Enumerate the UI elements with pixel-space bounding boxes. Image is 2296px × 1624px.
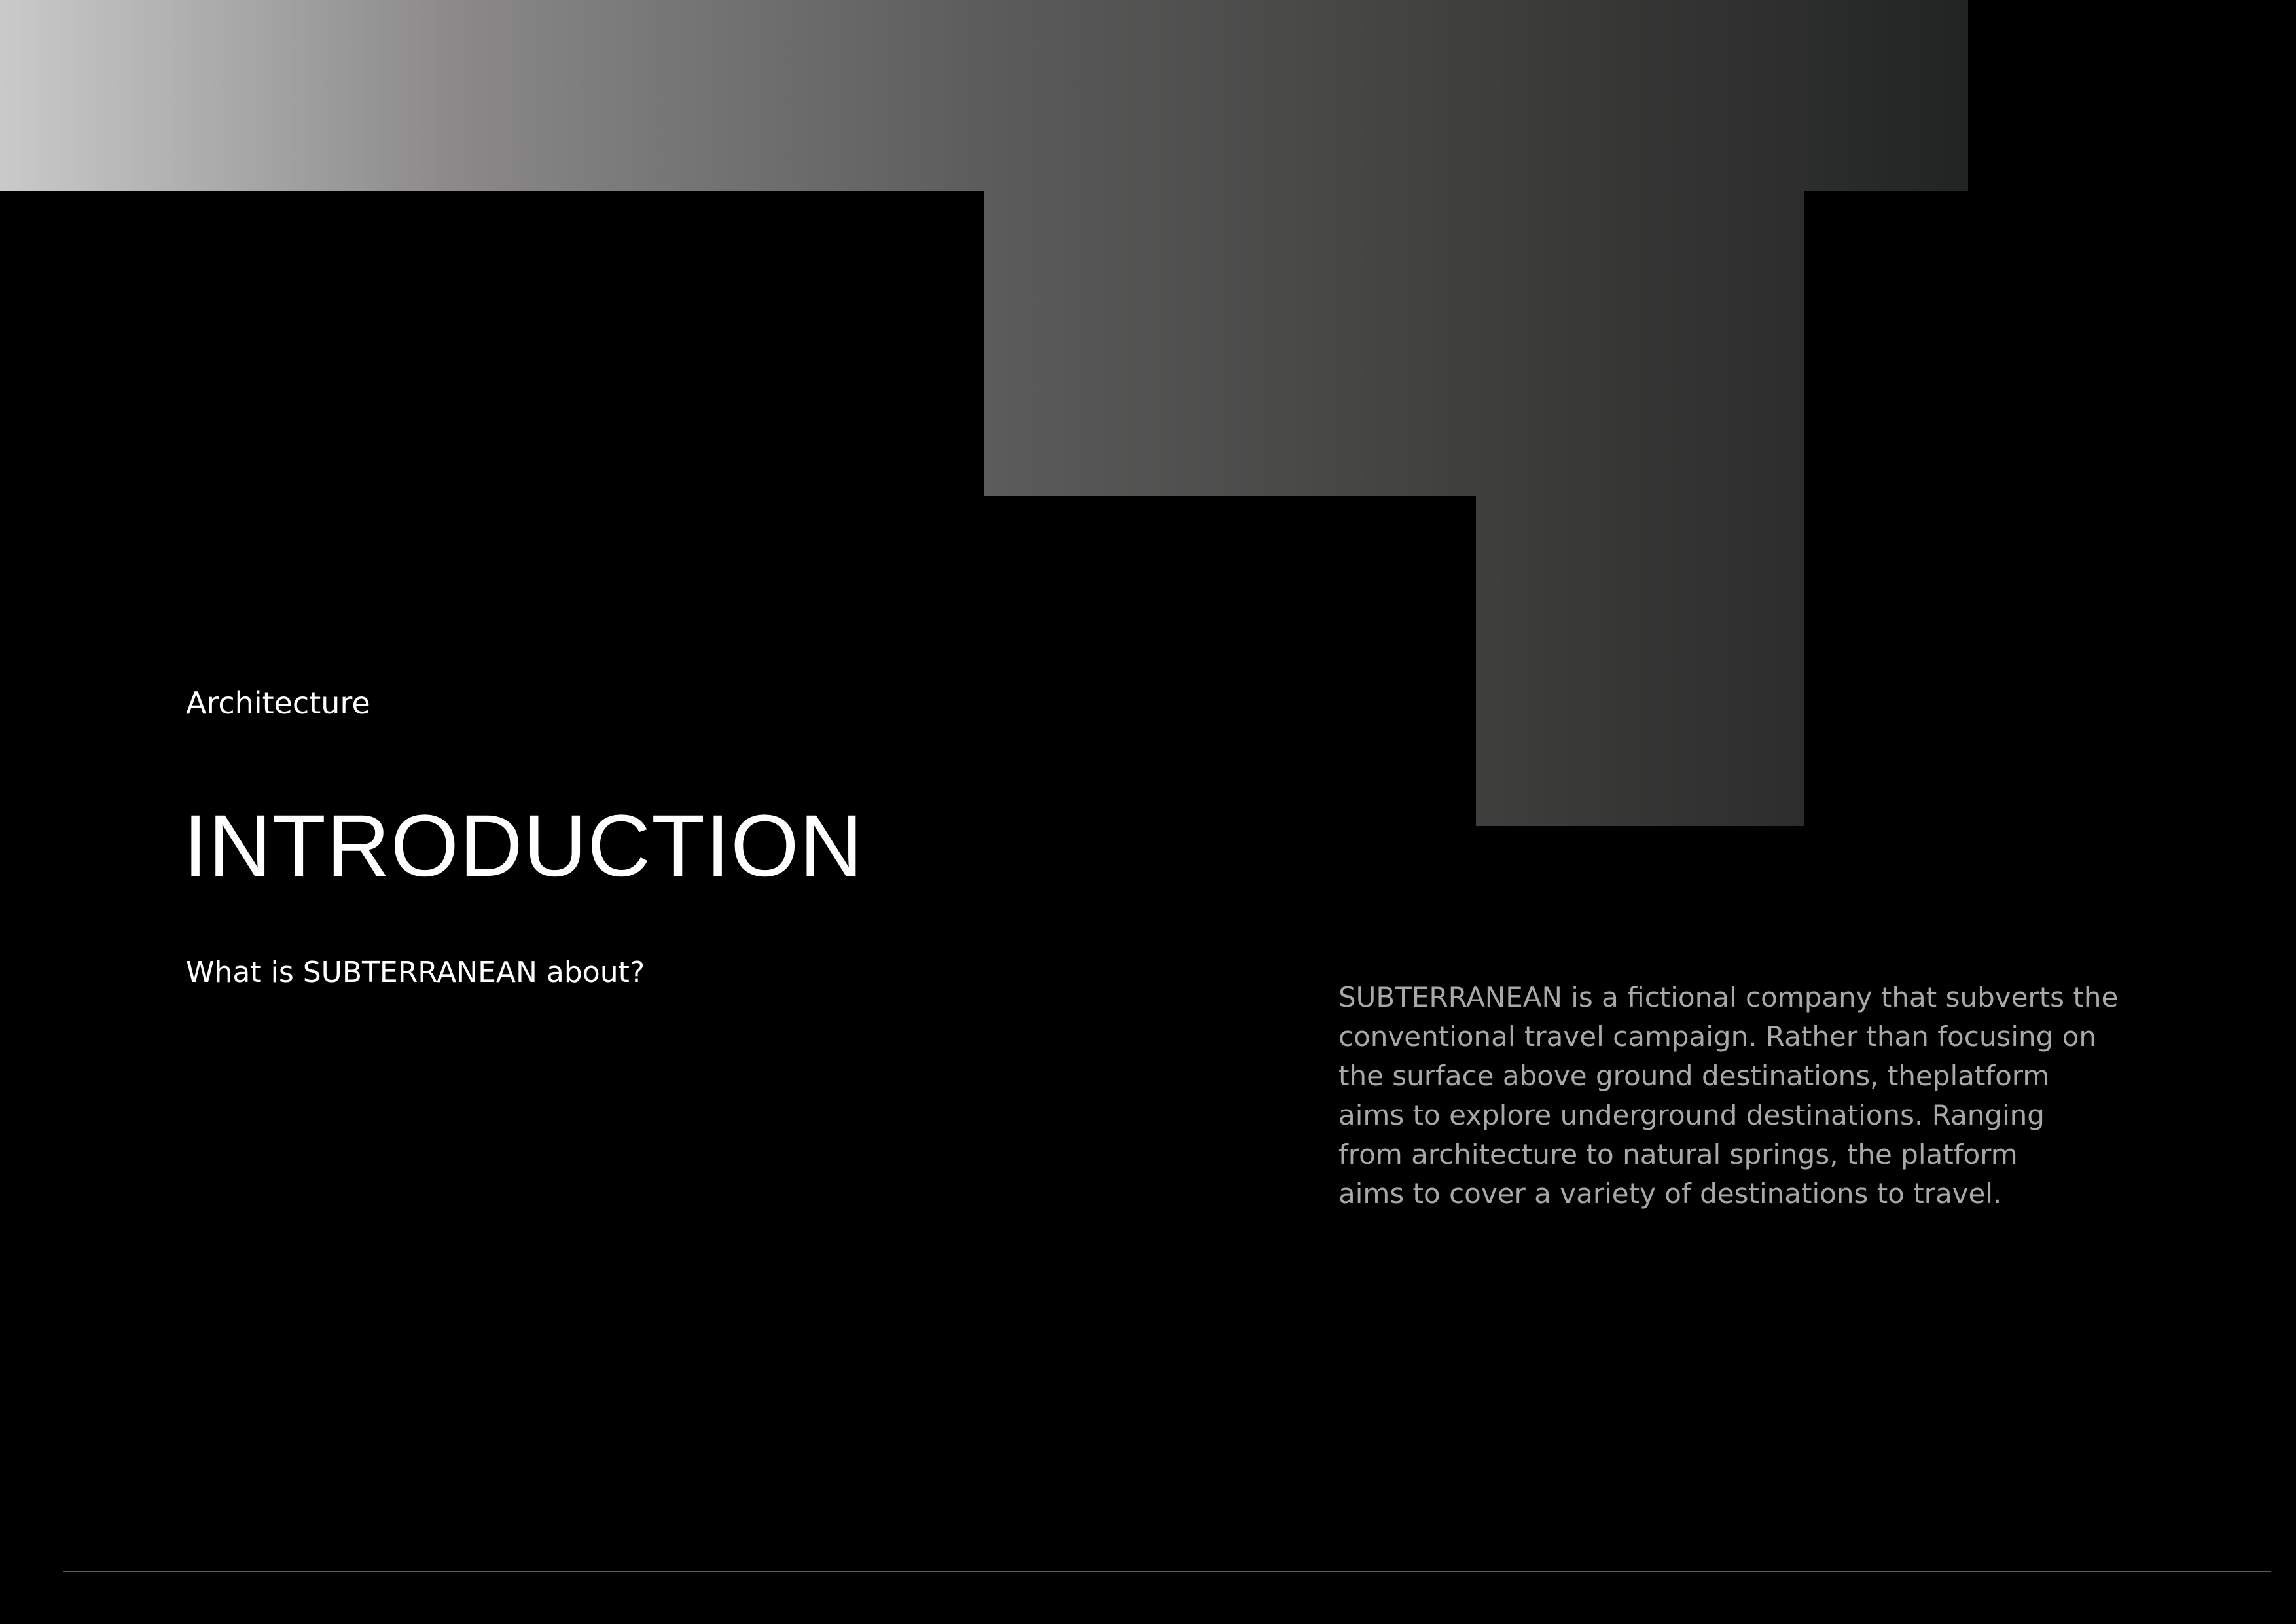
gradient-band-middle bbox=[984, 191, 1804, 496]
gradient-band-lower bbox=[1476, 496, 1804, 826]
intro-paragraph-line: SUBTERRANEAN is a fictional company that… bbox=[1338, 981, 2119, 1013]
intro-paragraph-line: conventional travel campaign. Rather tha… bbox=[1338, 1020, 2096, 1053]
section-label: Architecture bbox=[186, 685, 370, 721]
intro-paragraph-line: aims to explore underground destinations… bbox=[1338, 1099, 2045, 1131]
page-title: INTRODUCTION bbox=[183, 797, 864, 895]
section-question: What is SUBTERRANEAN about? bbox=[186, 956, 645, 989]
footer-divider bbox=[63, 1571, 2271, 1572]
gradient-band-top bbox=[0, 0, 1968, 191]
intro-paragraph-line: aims to cover a variety of destinations … bbox=[1338, 1178, 2002, 1210]
intro-paragraph-line: from architecture to natural springs, th… bbox=[1338, 1138, 2018, 1170]
intro-paragraph-line: the surface above ground destinations, t… bbox=[1338, 1060, 2050, 1092]
intro-paragraph: SUBTERRANEAN is a fictional company that… bbox=[1338, 978, 2150, 1214]
